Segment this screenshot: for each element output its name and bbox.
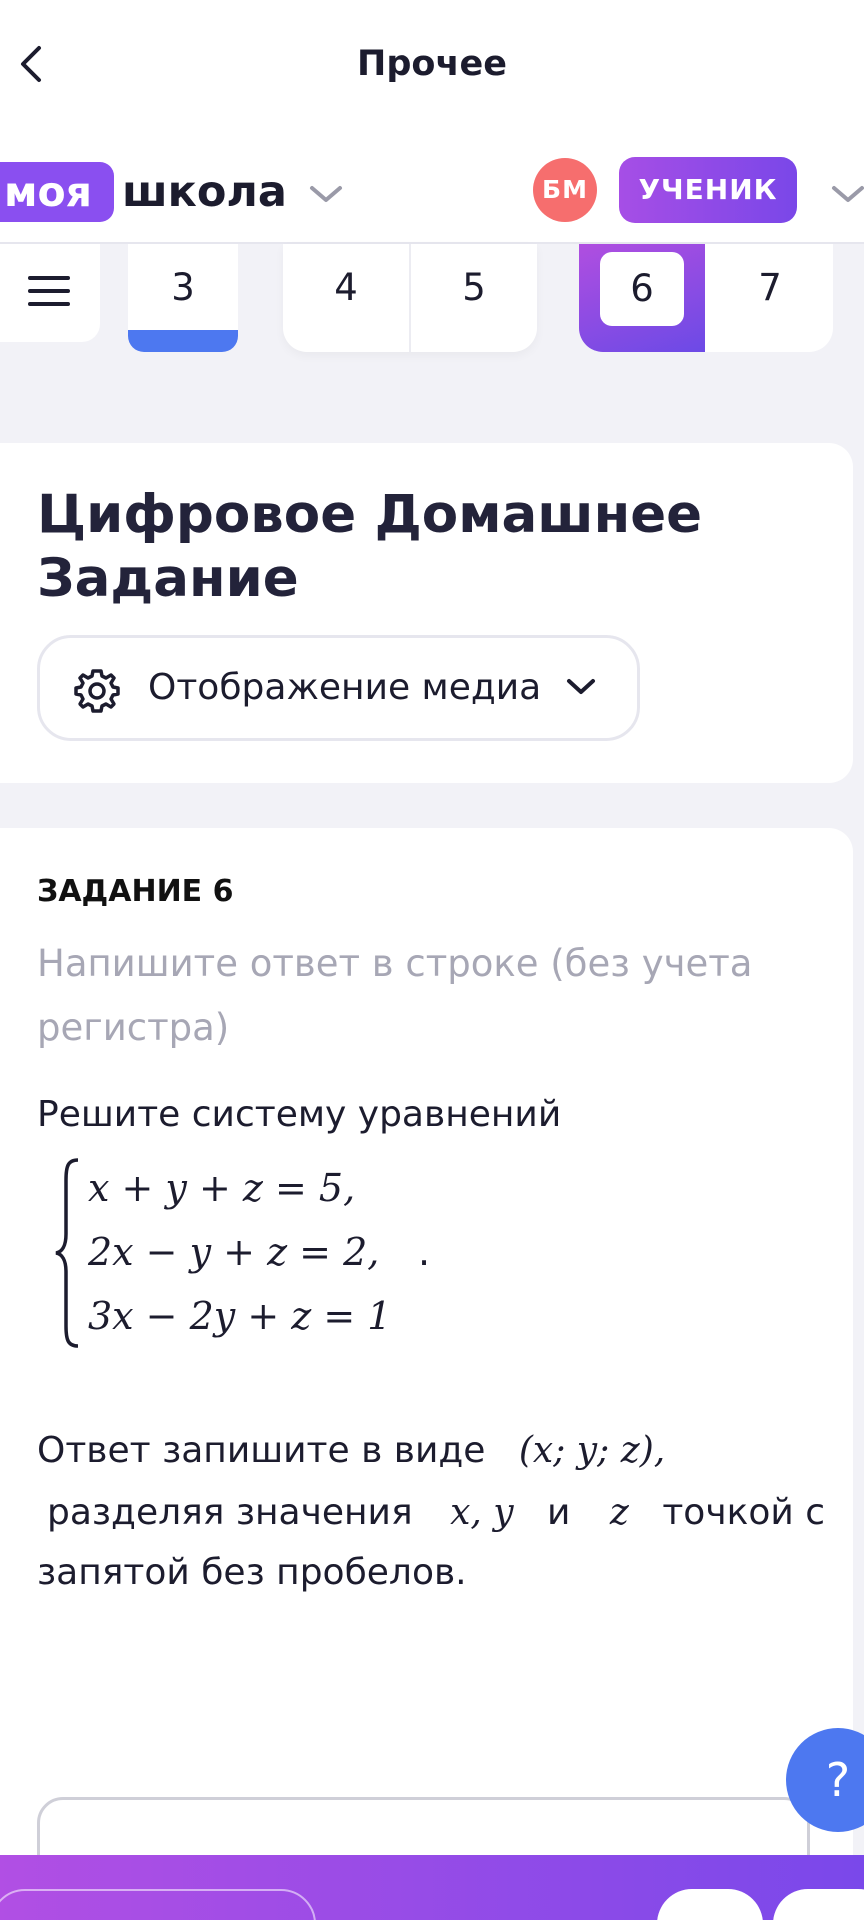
- media-display-dropdown[interactable]: Отображение медиа: [37, 635, 640, 741]
- answer-instruction-line-3: запятой без пробелов.: [37, 1552, 467, 1593]
- hamburger-icon: [28, 276, 70, 315]
- equation-2: 2x − y + z = 2,: [88, 1230, 380, 1274]
- task-tab-3[interactable]: 3: [128, 244, 238, 352]
- answer-text: Ответ запишите в виде: [37, 1430, 486, 1471]
- task-hint: Напишите ответ в строке (без учета регис…: [37, 942, 753, 1049]
- equation-system: x + y + z = 5, 2x − y + z = 2, 3x − 2y +…: [52, 1156, 492, 1350]
- homework-card: Цифровое Домашнее Задание Отображение ме…: [0, 443, 853, 783]
- answer-vars-math: x, y: [450, 1492, 514, 1533]
- logo-chevron-down-icon[interactable]: [306, 180, 346, 208]
- logo-shkola[interactable]: школа: [122, 162, 287, 222]
- equation-end-dot: .: [418, 1230, 431, 1274]
- bottom-button-1[interactable]: [657, 1889, 763, 1920]
- media-display-label: Отображение медиа: [148, 667, 542, 708]
- task-tab-group-6-7: 6 7: [579, 244, 833, 352]
- gear-icon: [74, 669, 120, 713]
- answer-text: и: [547, 1492, 571, 1533]
- task-tab-label: 3: [171, 266, 195, 309]
- task-card: ЗАДАНИЕ 6 Напишите ответ в строке (без у…: [0, 828, 853, 1920]
- answer-text: разделяя значения: [47, 1492, 413, 1533]
- answer-text: точкой с: [662, 1492, 825, 1533]
- top-bar: Прочее: [0, 0, 864, 130]
- active-tab-underline: [128, 330, 238, 352]
- chevron-down-icon: [567, 679, 595, 694]
- task-question: Решите систему уравнений: [37, 1094, 562, 1135]
- task-tab-7[interactable]: 7: [707, 244, 833, 332]
- task-tab-6[interactable]: 6: [600, 252, 684, 326]
- menu-button[interactable]: [0, 244, 100, 342]
- equation-3: 3x − 2y + z = 1: [88, 1294, 392, 1338]
- bottom-button-2[interactable]: [773, 1889, 864, 1920]
- answer-instruction-line-1: Ответ запишите в виде (x; y; z),: [37, 1421, 665, 1481]
- task-tab-4[interactable]: 4: [283, 244, 409, 332]
- bottom-outline-button[interactable]: [0, 1889, 316, 1920]
- role-chevron-down-icon[interactable]: [828, 180, 864, 208]
- task-tab-5[interactable]: 5: [411, 244, 537, 332]
- bottom-action-bar: [0, 1855, 864, 1920]
- answer-format-math: (x; y; z),: [518, 1430, 666, 1471]
- logo-moya[interactable]: моя: [0, 162, 114, 222]
- app-header: моя школа БМ УЧЕНИК: [0, 130, 864, 244]
- homework-title: Цифровое Домашнее Задание: [37, 484, 703, 609]
- avatar[interactable]: БМ: [533, 158, 597, 222]
- role-badge[interactable]: УЧЕНИК: [619, 157, 797, 223]
- answer-var-z-math: z: [609, 1492, 629, 1533]
- page-title: Прочее: [357, 44, 507, 84]
- task-tab-group-4-5: 4 5: [283, 244, 537, 352]
- task-number-bar: 3 4 5 6 7: [0, 244, 864, 354]
- equation-1: x + y + z = 5,: [88, 1166, 356, 1210]
- left-brace: [55, 1158, 79, 1348]
- answer-instruction-line-2: разделяя значения x, y и z точкой с: [37, 1483, 825, 1543]
- task-label: ЗАДАНИЕ 6: [37, 874, 234, 909]
